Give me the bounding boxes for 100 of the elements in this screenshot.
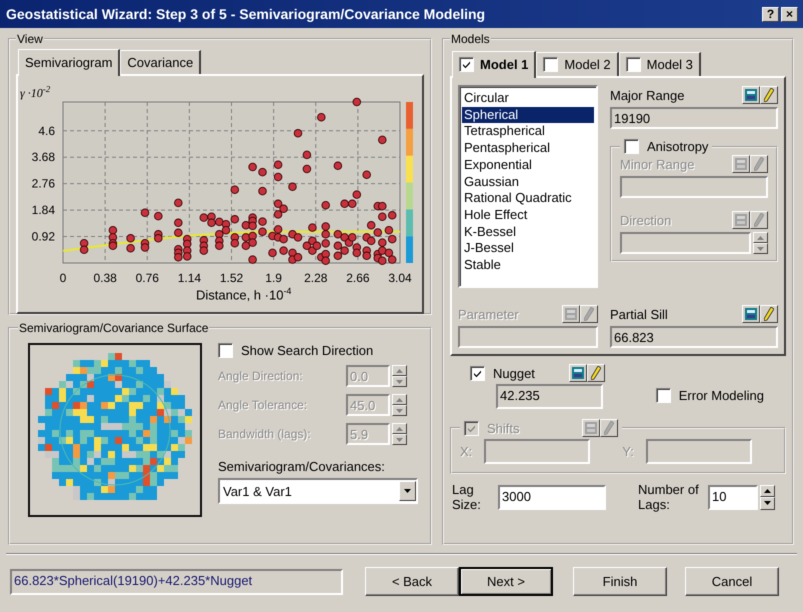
pencil-button[interactable]: [760, 305, 778, 323]
list-item[interactable]: Stable: [462, 257, 594, 274]
formula-field: 66.823*Spherical(19190)+42.235*Nugget: [10, 568, 343, 594]
data-point: [378, 238, 387, 247]
pencil-button[interactable]: [760, 86, 778, 104]
input-field[interactable]: [646, 439, 752, 464]
checkbox-label: Anisotropy: [647, 139, 708, 154]
data-point: [126, 244, 135, 253]
spin-up-button[interactable]: [760, 484, 775, 497]
field-label: Major Range: [610, 88, 684, 102]
pencil-button[interactable]: [586, 364, 605, 382]
checkbox-label: Error Modeling: [678, 388, 764, 403]
checkbox[interactable]: [543, 56, 558, 72]
data-point: [378, 212, 387, 221]
data-point: [334, 252, 342, 260]
axis-tick-label: 0.92: [32, 230, 55, 244]
data-point: [215, 242, 224, 250]
spin-up-button[interactable]: [392, 394, 407, 405]
data-point: [274, 172, 282, 182]
checkbox[interactable]: [656, 388, 671, 403]
data-point: [366, 236, 376, 246]
spin-up-button[interactable]: [392, 365, 407, 376]
data-point: [279, 246, 288, 255]
checkbox[interactable]: [459, 57, 474, 72]
tab[interactable]: Model 1: [452, 51, 536, 78]
axis-title: γ ·10$^{-2}$: [20, 84, 50, 101]
data-point: [274, 200, 282, 208]
data-point: [174, 218, 183, 228]
data-point: [321, 200, 330, 210]
spin-down-button[interactable]: [753, 243, 768, 254]
data-point: [352, 98, 362, 106]
data-point: [302, 150, 312, 160]
close-button[interactable]: ×: [781, 6, 798, 22]
spin-up-button[interactable]: [392, 423, 407, 434]
group-label: Semivariogram/Covariance Surface: [18, 321, 210, 335]
list-item[interactable]: Hole Effect: [462, 206, 594, 224]
model-list[interactable]: Circular Spherical Tetraspherical Pentaspherical Exponential Gaussian Rational Quadratic Hole Effect K-Bessel J-Bessel Stable: [458, 85, 598, 288]
up-arrow-icon: [757, 236, 764, 240]
data-point: [388, 234, 396, 244]
data-point: [258, 186, 267, 196]
spin-down-button[interactable]: [392, 434, 407, 445]
data-point: [274, 210, 282, 219]
checkbox[interactable]: [624, 139, 639, 154]
list-item[interactable]: Spherical: [462, 106, 594, 124]
input-field[interactable]: 66.823: [610, 326, 778, 348]
wizard-button[interactable]: Next >: [459, 567, 553, 596]
data-point: [362, 170, 371, 179]
calculator-button[interactable]: [742, 305, 760, 323]
list-item[interactable]: Circular: [462, 90, 594, 107]
wizard-button[interactable]: Finish: [573, 567, 667, 596]
axis-tick-label: 2.66: [346, 271, 370, 285]
calculator-icon: [565, 308, 577, 320]
pencil-icon: [590, 366, 601, 380]
checkbox[interactable]: [218, 343, 233, 358]
data-point: [317, 112, 326, 122]
list-item[interactable]: Tetraspherical: [462, 123, 594, 140]
spin-up-button[interactable]: [753, 232, 768, 243]
data-point: [321, 230, 330, 239]
tab[interactable]: Model 2: [536, 52, 619, 76]
wizard-button[interactable]: Cancel: [685, 567, 779, 596]
list-item[interactable]: K-Bessel: [462, 224, 594, 240]
dropdown-button[interactable]: [399, 481, 416, 501]
wizard-button[interactable]: < Back: [365, 567, 459, 596]
help-button[interactable]: ?: [762, 6, 779, 22]
data-point: [154, 234, 163, 243]
data-point: [334, 162, 342, 170]
calculator-button[interactable]: [742, 86, 760, 104]
list-item[interactable]: Exponential: [462, 156, 594, 174]
tab[interactable]: Model 3: [618, 52, 701, 76]
list-item[interactable]: Rational Quadratic: [462, 190, 594, 207]
data-point: [174, 198, 183, 208]
list-item[interactable]: J-Bessel: [462, 240, 594, 258]
spin-down-button[interactable]: [392, 376, 407, 387]
checkbox[interactable]: [470, 366, 485, 380]
dropdown[interactable]: Var1 & Var1: [218, 478, 418, 504]
axis-title: Distance, h ·10$^{-4}$: [196, 286, 292, 302]
checkmark-icon: [467, 424, 476, 432]
checkbox[interactable]: [626, 56, 641, 72]
tab[interactable]: Covariance: [120, 50, 202, 74]
input-field[interactable]: 3000: [498, 484, 606, 510]
down-arrow-icon: [396, 380, 403, 384]
calculator-button[interactable]: [568, 364, 587, 382]
data-point: [288, 182, 297, 192]
data-point: [248, 255, 257, 264]
data-point: [274, 160, 282, 169]
list-item[interactable]: Pentaspherical: [462, 140, 594, 157]
pencil-icon: [764, 88, 774, 102]
spin-down-button[interactable]: [392, 405, 407, 416]
axis-tick-label: 0.76: [136, 271, 159, 285]
axis-tick-label: 4.6: [38, 124, 55, 138]
input-field[interactable]: 10: [708, 484, 758, 510]
list-item[interactable]: Gaussian: [462, 174, 594, 190]
axis-tick-label: 3.68: [32, 150, 55, 164]
field-label: Angle Direction:: [218, 369, 304, 383]
spin-down-button[interactable]: [760, 497, 775, 510]
up-arrow-icon: [764, 488, 771, 493]
tab[interactable]: Semivariogram: [18, 49, 120, 76]
down-arrow-icon: [396, 438, 403, 442]
input-field[interactable]: 42.235: [496, 384, 603, 409]
input-field[interactable]: 19190: [610, 107, 778, 129]
